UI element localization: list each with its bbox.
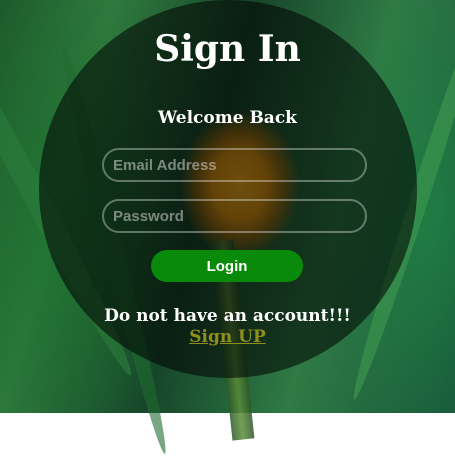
login-button[interactable]: Login [151,250,303,282]
email-field[interactable] [102,148,367,182]
signup-link[interactable]: Sign UP [189,327,266,347]
signup-container: Sign UP [0,327,455,347]
welcome-text: Welcome Back [158,108,297,128]
password-field[interactable] [102,199,367,233]
no-account-text: Do not have an account!!! [104,306,351,326]
page-title: Sign In [154,28,301,70]
